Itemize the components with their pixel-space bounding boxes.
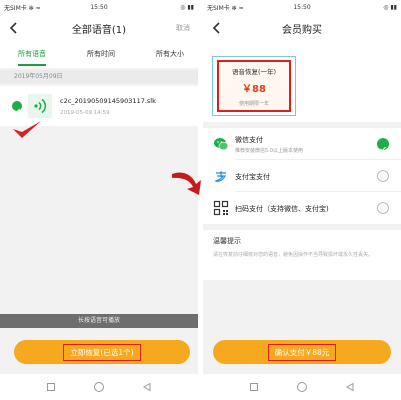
qr-code-icon bbox=[213, 200, 229, 216]
back-arrow-icon[interactable] bbox=[209, 20, 225, 36]
system-nav-bar bbox=[203, 374, 401, 400]
radio-unselected[interactable] bbox=[377, 170, 389, 182]
confirm-payment-button[interactable]: 确认支付￥88元 bbox=[213, 340, 391, 364]
payment-method-list: 微信支付 推荐安装微信5.0以上版本使用 支付宝支付 扫码支付（支持微信、支付宝… bbox=[203, 128, 401, 224]
voice-wave-icon bbox=[28, 94, 52, 118]
recent-apps-icon[interactable] bbox=[46, 382, 56, 392]
carrier-text: 无SIM卡 ✻ ≈ bbox=[207, 4, 244, 12]
status-bar: 无SIM卡 ✻ ≈ 15:50 ◎ ▮▮ bbox=[0, 0, 198, 14]
selected-check-icon[interactable] bbox=[12, 101, 22, 114]
home-icon[interactable] bbox=[296, 381, 308, 393]
bottom-action-area: 立即恢复(已选1个) bbox=[0, 328, 198, 374]
plan-name: 语音恢复(一年) bbox=[231, 68, 277, 76]
tips-body: 请在恢复前仔细核对您的语音，避免因操作不当导致损坏或永久性丢失。 bbox=[213, 252, 374, 258]
tab-all-voices[interactable]: 所有语音 bbox=[18, 49, 46, 66]
back-triangle-icon[interactable] bbox=[345, 382, 355, 392]
payment-note: 推荐安装微信5.0以上版本使用 bbox=[235, 148, 303, 154]
tab-all-times[interactable]: 所有时间 bbox=[87, 49, 115, 62]
red-checkmark-annotation bbox=[13, 121, 41, 138]
nav-bar: 全部语音(1) 取消 bbox=[0, 14, 198, 42]
restore-button-label: 立即恢复(已选1个) bbox=[63, 343, 141, 361]
status-indicators: ◎ ▮▮ bbox=[383, 3, 397, 11]
payment-name: 扫码支付（支持微信、支付宝) bbox=[235, 205, 329, 213]
payment-name: 支付宝支付 bbox=[235, 173, 270, 181]
back-arrow-icon[interactable] bbox=[6, 20, 22, 36]
confirm-button-label: 确认支付￥88元 bbox=[267, 343, 337, 361]
plan-price: ￥88 bbox=[242, 84, 266, 95]
plan-card-one-year[interactable]: 语音恢复(一年) ￥88 使用期限一年 bbox=[217, 60, 291, 112]
payment-option-qr[interactable]: 扫码支付（支持微信、支付宝) bbox=[203, 192, 401, 224]
plan-term: 使用期限一年 bbox=[238, 101, 269, 107]
cancel-button[interactable]: 取消 bbox=[176, 23, 190, 33]
tips-title: 温馨提示 bbox=[213, 237, 241, 245]
page-title: 全部语音(1) bbox=[71, 24, 127, 36]
plan-section: 语音恢复(一年) ￥88 使用期限一年 bbox=[203, 42, 401, 122]
wechat-pay-icon bbox=[214, 138, 229, 151]
status-bar: 无SIM卡 ✻ ≈ 15:50 ◎ ▮▮ bbox=[203, 0, 401, 14]
system-nav-bar bbox=[0, 374, 198, 400]
clock: 15:50 bbox=[293, 3, 311, 11]
status-indicators: ◎ ▮▮ bbox=[180, 3, 194, 11]
payment-name: 微信支付 bbox=[235, 136, 263, 144]
tab-all-sizes[interactable]: 所有大小 bbox=[156, 49, 184, 62]
restore-now-button[interactable]: 立即恢复(已选1个) bbox=[14, 340, 190, 364]
red-arrow-annotation bbox=[172, 172, 201, 195]
home-icon[interactable] bbox=[93, 381, 105, 393]
tips-section: 温馨提示 请在恢复前仔细核对您的语音，避免因操作不当导致损坏或永久性丢失。 bbox=[203, 230, 401, 280]
date-group-header: 2019年05月09日 bbox=[0, 70, 198, 84]
payment-option-wechat[interactable]: 微信支付 推荐安装微信5.0以上版本使用 bbox=[203, 128, 401, 160]
back-triangle-icon[interactable] bbox=[142, 382, 152, 392]
carrier-text: 无SIM卡 ✻ ≈ bbox=[4, 4, 41, 12]
clock: 15:50 bbox=[90, 3, 108, 11]
payment-option-alipay[interactable]: 支付宝支付 bbox=[203, 160, 401, 192]
recent-apps-icon[interactable] bbox=[249, 382, 259, 392]
nav-bar: 会员购买 bbox=[203, 14, 401, 42]
page-title: 会员购买 bbox=[282, 24, 322, 36]
alipay-icon bbox=[214, 169, 228, 183]
hint-bar: 长按语音可播放 bbox=[0, 314, 198, 328]
filter-tabs: 所有语音 所有时间 所有大小 bbox=[0, 42, 198, 68]
radio-unselected[interactable] bbox=[377, 202, 389, 214]
radio-selected[interactable] bbox=[377, 138, 389, 152]
file-datetime: 2019-05-09 14:59 bbox=[60, 110, 110, 116]
file-name: c2c_20190509145903117.slk bbox=[60, 97, 156, 105]
membership-purchase-screen: 无SIM卡 ✻ ≈ 15:50 ◎ ▮▮ 会员购买 语音恢复(一年) ￥88 使… bbox=[203, 0, 401, 400]
voice-list-screen: 无SIM卡 ✻ ≈ 15:50 ◎ ▮▮ 全部语音(1) 取消 所有语音 所有时… bbox=[0, 0, 198, 400]
